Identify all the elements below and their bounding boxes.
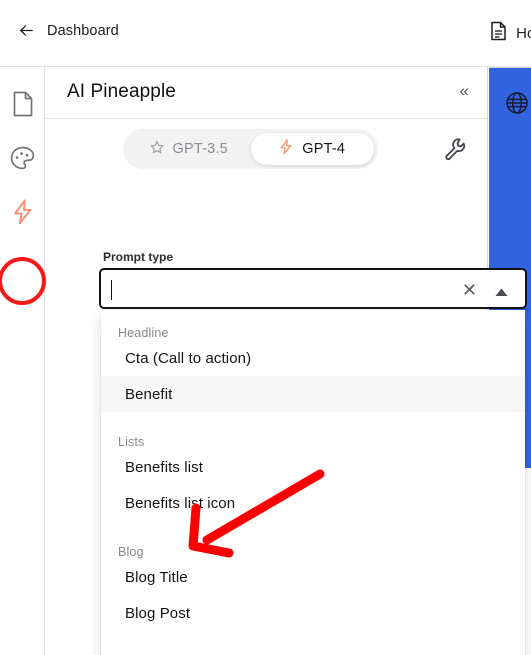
group-label-headline: Headline	[118, 326, 169, 340]
how-to-link[interactable]: How to E	[490, 21, 531, 46]
close-x-icon[interactable]: ✕	[462, 280, 477, 300]
dropdown-option-blog-post[interactable]: Blog Post	[101, 595, 525, 631]
prompt-type-dropdown[interactable]: Headline Cta (Call to action) Benefit Li…	[101, 310, 525, 655]
chevron-up-icon[interactable]	[495, 284, 508, 302]
lightning-bolt-icon	[12, 199, 34, 230]
model-switch-row: GPT-3.5 GPT-4	[45, 129, 488, 171]
annotation-circle-ai-generate	[0, 257, 46, 305]
arrow-left-icon	[18, 22, 35, 39]
document-page-icon	[12, 91, 34, 122]
dropdown-option-cta[interactable]: Cta (Call to action)	[101, 340, 525, 376]
ai-pineapple-panel: AI Pineapple « GPT-3.5 GPT-4 Prompt type…	[45, 67, 527, 655]
dropdown-option-benefits-list-icon[interactable]: Benefits list icon	[101, 485, 525, 521]
dropdown-group-headline: Headline Cta (Call to action) Benefit	[101, 326, 525, 412]
sidebar-item-ai-generate[interactable]	[0, 191, 45, 237]
dropdown-option-benefits-list[interactable]: Benefits list	[101, 449, 525, 485]
group-label-blog: Blog	[118, 545, 144, 559]
model-switch[interactable]: GPT-3.5 GPT-4	[123, 129, 378, 169]
dropdown-group-lists: Lists Benefits list Benefits list icon	[101, 435, 525, 521]
sidebar-item-design[interactable]	[0, 138, 45, 184]
prompt-type-combobox[interactable]: ✕	[99, 268, 527, 309]
back-to-dashboard-link[interactable]: Dashboard	[18, 22, 119, 39]
model-option-gpt4[interactable]: GPT-4	[250, 133, 374, 165]
left-icon-rail	[0, 67, 46, 655]
dropdown-group-blog: Blog Blog Title Blog Post	[101, 545, 525, 631]
top-bar: Dashboard How to E	[0, 0, 531, 67]
star-icon	[150, 140, 164, 158]
model-option-gpt35[interactable]: GPT-3.5	[127, 133, 251, 165]
palette-icon	[10, 146, 35, 176]
text-cursor	[111, 280, 112, 300]
back-label: Dashboard	[47, 22, 119, 39]
globe-icon	[505, 91, 529, 120]
model-option-gpt4-label: GPT-4	[302, 141, 346, 157]
prompt-type-label: Prompt type	[103, 250, 174, 264]
how-to-label: How to E	[516, 25, 531, 42]
dropdown-option-blog-title[interactable]: Blog Title	[101, 559, 525, 595]
wrench-icon[interactable]	[444, 137, 468, 166]
chevron-double-left-icon[interactable]: «	[460, 82, 469, 99]
group-label-lists: Lists	[118, 435, 145, 449]
document-icon	[490, 21, 507, 46]
app-root: Dashboard How to E	[0, 0, 531, 655]
lightning-bolt-icon	[279, 139, 293, 159]
sidebar-item-documents[interactable]	[0, 83, 45, 129]
panel-header: AI Pineapple «	[45, 67, 487, 119]
model-option-gpt35-label: GPT-3.5	[172, 141, 228, 157]
dropdown-option-benefit[interactable]: Benefit	[101, 376, 525, 412]
page-title: AI Pineapple	[67, 81, 176, 102]
